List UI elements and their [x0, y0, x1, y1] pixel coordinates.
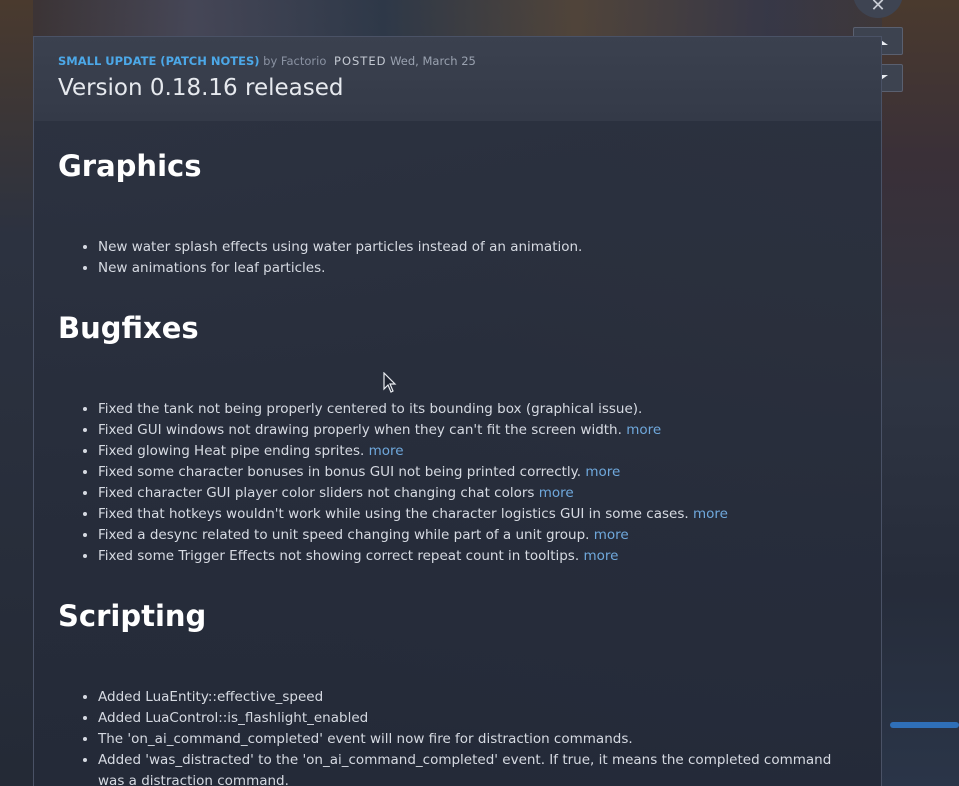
- list-item: Fixed the tank not being properly center…: [98, 399, 858, 420]
- list-item: Fixed some Trigger Effects not showing c…: [98, 546, 858, 567]
- item-text: Fixed that hotkeys wouldn't work while u…: [98, 506, 689, 522]
- post-date: Wed, March 25: [390, 54, 476, 68]
- section-list: New water splash effects using water par…: [58, 237, 858, 279]
- close-icon: ✕: [870, 0, 886, 16]
- list-item: Fixed that hotkeys wouldn't work while u…: [98, 504, 858, 525]
- item-text: Fixed a desync related to unit speed cha…: [98, 527, 590, 543]
- item-text: Fixed some Trigger Effects not showing c…: [98, 548, 580, 564]
- section-bugfixes: Bugfixes Fixed the tank not being proper…: [58, 309, 858, 567]
- more-link[interactable]: more: [594, 527, 629, 543]
- item-text: Added 'was_distracted' to the 'on_ai_com…: [98, 752, 832, 786]
- section-graphics: Graphics New water splash effects using …: [58, 147, 858, 279]
- item-text: Fixed GUI windows not drawing properly w…: [98, 422, 622, 438]
- item-text: The 'on_ai_command_completed' event will…: [98, 731, 633, 747]
- list-item: Added 'was_distracted' to the 'on_ai_com…: [98, 750, 858, 786]
- post-type-link[interactable]: SMALL UPDATE (PATCH NOTES): [58, 54, 260, 68]
- list-item: Added LuaEntity::effective_speed: [98, 687, 858, 708]
- section-heading: Graphics: [58, 149, 202, 183]
- more-link[interactable]: more: [583, 548, 618, 564]
- background-left: [0, 0, 33, 786]
- item-text: Fixed glowing Heat pipe ending sprites.: [98, 443, 365, 459]
- item-text: New water splash effects using water par…: [98, 239, 583, 255]
- more-link[interactable]: more: [626, 422, 661, 438]
- posted-label: POSTED: [334, 54, 387, 68]
- section-list: Added LuaEntity::effective_speed Added L…: [58, 687, 858, 786]
- more-link[interactable]: more: [585, 464, 620, 480]
- item-text: Added LuaControl::is_flashlight_enabled: [98, 710, 369, 726]
- post-header: SMALL UPDATE (PATCH NOTES) by Factorio P…: [34, 37, 881, 121]
- background-top: [0, 0, 959, 40]
- background-right: [882, 0, 959, 786]
- item-text: New animations for leaf particles.: [98, 260, 326, 276]
- list-item: The 'on_ai_command_completed' event will…: [98, 729, 858, 750]
- mouse-cursor-icon: [383, 372, 397, 393]
- background-progress-bar: [890, 722, 959, 728]
- post-author: by Factorio: [263, 54, 327, 68]
- item-text: Fixed the tank not being properly center…: [98, 401, 643, 417]
- section-heading: Scripting: [58, 599, 207, 633]
- more-link[interactable]: more: [539, 485, 574, 501]
- more-link[interactable]: more: [369, 443, 404, 459]
- section-list: Fixed the tank not being properly center…: [58, 399, 858, 567]
- list-item: New animations for leaf particles.: [98, 258, 858, 279]
- list-item: Added LuaControl::is_flashlight_enabled: [98, 708, 858, 729]
- list-item: Fixed GUI windows not drawing properly w…: [98, 420, 858, 441]
- more-link[interactable]: more: [693, 506, 728, 522]
- list-item: Fixed some character bonuses in bonus GU…: [98, 462, 858, 483]
- item-text: Fixed character GUI player color sliders…: [98, 485, 535, 501]
- section-scripting: Scripting Added LuaEntity::effective_spe…: [58, 597, 858, 786]
- list-item: Fixed glowing Heat pipe ending sprites. …: [98, 441, 858, 462]
- item-text: Fixed some character bonuses in bonus GU…: [98, 464, 582, 480]
- patch-notes-panel: SMALL UPDATE (PATCH NOTES) by Factorio P…: [33, 36, 882, 786]
- list-item: Fixed a desync related to unit speed cha…: [98, 525, 858, 546]
- item-text: Added LuaEntity::effective_speed: [98, 689, 324, 705]
- post-title: Version 0.18.16 released: [58, 75, 344, 101]
- section-heading: Bugfixes: [58, 311, 199, 345]
- list-item: New water splash effects using water par…: [98, 237, 858, 258]
- post-meta: SMALL UPDATE (PATCH NOTES) by Factorio P…: [58, 53, 857, 69]
- list-item: Fixed character GUI player color sliders…: [98, 483, 858, 504]
